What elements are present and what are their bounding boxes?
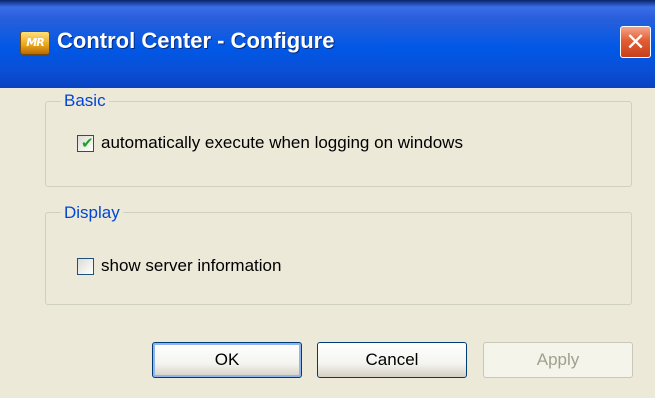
show-server-info-checkbox[interactable] [77, 257, 94, 275]
auto-execute-checkbox[interactable]: ✔ [77, 133, 94, 152]
apply-button[interactable]: Apply [483, 342, 633, 378]
show-server-info-option[interactable]: show server information [77, 256, 281, 276]
close-icon: ✕ [625, 28, 646, 56]
auto-execute-option[interactable]: ✔ automatically execute when logging on … [77, 133, 463, 153]
ok-button[interactable]: OK [152, 342, 302, 378]
cancel-button[interactable]: Cancel [317, 342, 467, 378]
title-bar[interactable]: MR Control Center - Configure ✕ [0, 0, 655, 88]
window-title: Control Center - Configure [57, 28, 335, 53]
app-icon: MR [20, 31, 50, 55]
checkmark-icon: ✔ [81, 133, 94, 152]
auto-execute-label: automatically execute when logging on wi… [101, 133, 463, 152]
show-server-info-label: show server information [101, 256, 282, 275]
close-button[interactable]: ✕ [620, 26, 651, 58]
basic-group-label: Basic [61, 91, 109, 111]
display-group-label: Display [61, 203, 123, 223]
configure-dialog: MR Control Center - Configure ✕ Basic ✔ … [0, 0, 655, 398]
